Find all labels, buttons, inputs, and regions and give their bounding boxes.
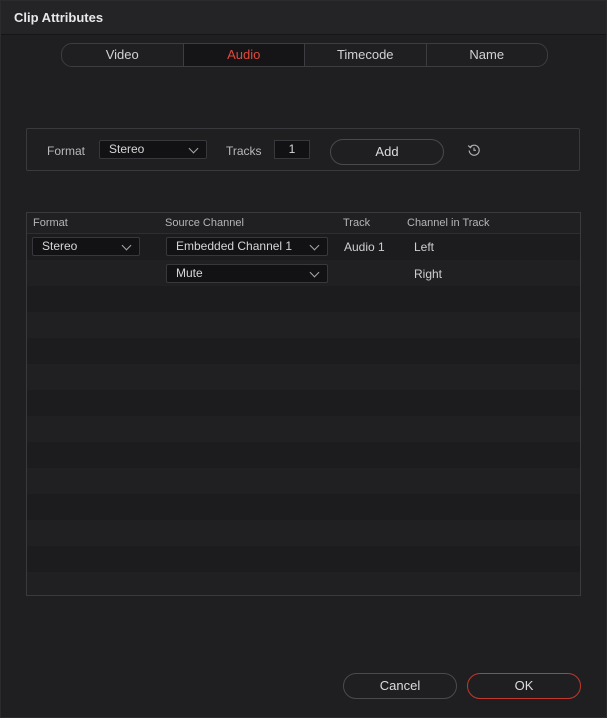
table-row	[27, 572, 580, 595]
format-dropdown-value: Stereo	[109, 142, 145, 156]
header-channel-in-track: Channel in Track	[407, 217, 490, 229]
header-format: Format	[33, 217, 68, 229]
tracks-label: Tracks	[226, 144, 262, 158]
table-row	[27, 442, 580, 468]
table-row	[27, 364, 580, 390]
channel-in-track-right: Right	[414, 267, 443, 281]
reset-icon[interactable]	[467, 143, 481, 157]
table-row	[27, 338, 580, 364]
title-bar: Clip Attributes	[1, 1, 606, 35]
track-value: Audio 1	[344, 240, 385, 254]
channel-mapping-table: Format Source Channel Track Channel in T…	[26, 212, 581, 596]
table-row	[27, 468, 580, 494]
add-button[interactable]: Add	[330, 139, 444, 165]
tab-video[interactable]: Video	[62, 44, 184, 66]
chevron-down-icon	[121, 240, 132, 251]
table-row	[27, 416, 580, 442]
table-row	[27, 286, 580, 312]
source-channel-value: Embedded Channel 1	[176, 239, 293, 253]
table-row	[27, 312, 580, 338]
chevron-down-icon	[188, 143, 199, 154]
tab-timecode[interactable]: Timecode	[305, 44, 427, 66]
header-source-channel: Source Channel	[165, 217, 244, 229]
header-track: Track	[343, 217, 371, 229]
cancel-button[interactable]: Cancel	[343, 673, 457, 699]
table-header: Format Source Channel Track Channel in T…	[27, 213, 580, 234]
source-channel-dropdown-left[interactable]: Embedded Channel 1	[166, 237, 328, 256]
channel-in-track-left: Left	[414, 240, 435, 254]
row-format-value: Stereo	[42, 239, 78, 253]
row-format-dropdown[interactable]: Stereo	[32, 237, 140, 256]
tab-name[interactable]: Name	[427, 44, 548, 66]
source-channel-value: Mute	[176, 266, 203, 280]
format-dropdown[interactable]: Stereo	[99, 140, 207, 159]
tab-audio[interactable]: Audio	[183, 44, 305, 66]
source-channel-dropdown-right[interactable]: Mute	[166, 264, 328, 283]
dialog-title: Clip Attributes	[14, 10, 104, 25]
format-label: Format	[47, 144, 86, 158]
chevron-down-icon	[309, 240, 320, 251]
table-row	[27, 520, 580, 546]
clip-attributes-dialog: Clip Attributes Video Audio Timecode Nam…	[0, 0, 607, 718]
tracks-input[interactable]: 1	[274, 140, 310, 159]
ok-button[interactable]: OK	[467, 673, 581, 699]
chevron-down-icon	[309, 267, 320, 278]
tab-bar: Video Audio Timecode Name	[61, 43, 548, 67]
table-row	[27, 546, 580, 572]
table-row	[27, 494, 580, 520]
table-row	[27, 390, 580, 416]
